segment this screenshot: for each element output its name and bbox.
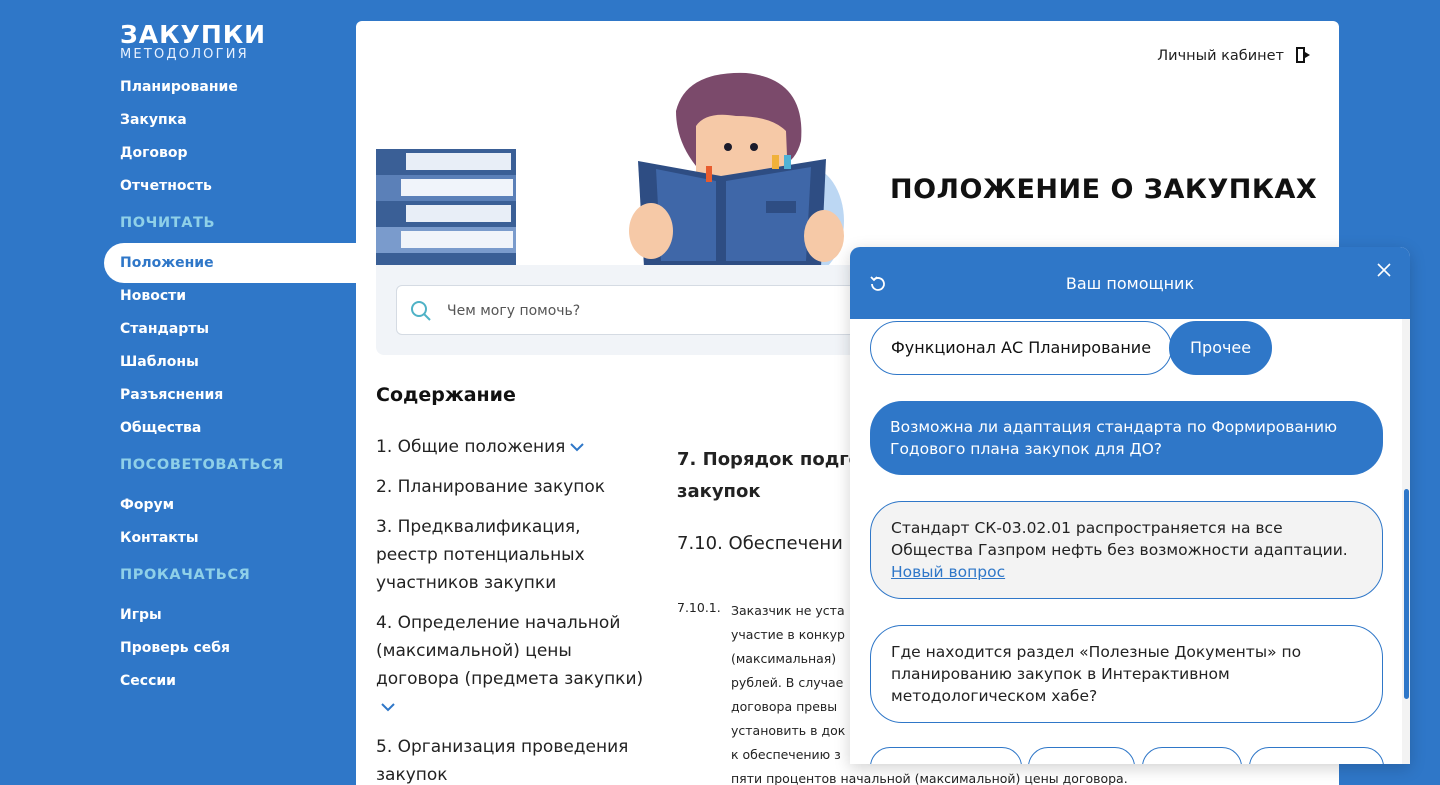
suggested-question[interactable]: Где находится раздел «Полезные Документы… <box>870 625 1383 723</box>
sidebar-section-read: ПОЧИТАТЬ <box>120 215 216 231</box>
sidebar-item-standards[interactable]: Стандарты <box>120 321 209 337</box>
toc-item-planning[interactable]: 2. Планирование закупок <box>376 473 646 501</box>
sidebar-item-self-check[interactable]: Проверь себя <box>120 640 230 656</box>
toc-item-price[interactable]: 4. Определение начальной (максимальной) … <box>376 609 646 721</box>
sidebar-section-advise: ПОСОВЕТОВАТЬСЯ <box>120 457 285 473</box>
search-input[interactable] <box>447 300 867 322</box>
logo[interactable]: ЗАКУПКИ МЕТОДОЛОГИЯ <box>120 22 266 62</box>
search-icon <box>411 301 431 321</box>
reading-man-illustration <box>376 72 844 267</box>
sidebar-item-regulation[interactable]: Положение <box>120 255 214 271</box>
assistant-chat-panel: Ваш помощник Функционал АС Планирование … <box>850 247 1410 764</box>
document-subheading: 7.10. Обеспечени <box>677 533 843 554</box>
sidebar-item-societies[interactable]: Общества <box>120 420 201 436</box>
logout-icon[interactable] <box>1294 46 1312 64</box>
sidebar-item-reporting[interactable]: Отчетность <box>120 178 212 194</box>
sidebar-item-sessions[interactable]: Сессии <box>120 673 176 689</box>
toc-item-label: 5. Организация проведения закупок <box>376 737 629 785</box>
chevron-down-icon[interactable] <box>380 702 396 712</box>
sidebar-section-pump: ПРОКАЧАТЬСЯ <box>120 567 251 583</box>
search-box[interactable] <box>396 285 896 335</box>
toc-item-label: 3. Предквалификация, реестр потенциальны… <box>376 517 585 593</box>
sidebar-item-purchase[interactable]: Закупка <box>120 112 187 128</box>
clause-line: пяти процентов начальной (максимальной) … <box>731 771 1128 785</box>
close-icon[interactable] <box>1376 262 1392 278</box>
chip-other[interactable]: Прочее <box>1169 321 1273 375</box>
logo-subtitle: МЕТОДОЛОГИЯ <box>120 47 249 62</box>
table-of-contents: 1. Общие положения 2. Планирование закуп… <box>376 433 646 785</box>
logo-title: ЗАКУПКИ <box>120 20 267 49</box>
chip-as-planning[interactable]: Функционал АС Планирование <box>870 321 1173 375</box>
chevron-down-icon[interactable] <box>569 442 585 452</box>
bot-message-text: Стандарт СК-03.02.01 распространяется на… <box>891 519 1348 559</box>
suggestion-chip[interactable] <box>1142 747 1242 764</box>
toc-item-organization[interactable]: 5. Организация проведения закупок <box>376 733 646 785</box>
sidebar-item-news[interactable]: Новости <box>120 288 186 304</box>
sidebar-item-forum[interactable]: Форум <box>120 497 174 513</box>
personal-account-link[interactable]: Личный кабинет <box>1157 48 1284 64</box>
chat-scroll-thumb[interactable] <box>1404 489 1409 699</box>
toc-title: Содержание <box>376 384 516 406</box>
sidebar-item-planning[interactable]: Планирование <box>120 79 238 95</box>
chat-header: Ваш помощник <box>850 247 1410 319</box>
sidebar-item-templates[interactable]: Шаблоны <box>120 354 199 370</box>
suggestion-chip[interactable] <box>870 747 1022 764</box>
toc-item-label: 4. Определение начальной (максимальной) … <box>376 613 644 689</box>
sidebar-item-games[interactable]: Игры <box>120 607 162 623</box>
suggestion-chip[interactable] <box>1028 747 1135 764</box>
sidebar-item-clarifications[interactable]: Разъяснения <box>120 387 223 403</box>
suggestion-chip[interactable] <box>1249 747 1384 764</box>
chat-title: Ваш помощник <box>1065 274 1195 293</box>
sidebar-item-contacts[interactable]: Контакты <box>120 530 199 546</box>
bot-message: Стандарт СК-03.02.01 распространяется на… <box>870 501 1383 599</box>
toc-item-label: 2. Планирование закупок <box>376 477 606 497</box>
sidebar-item-contract[interactable]: Договор <box>120 145 188 161</box>
toc-item-general[interactable]: 1. Общие положения <box>376 433 646 461</box>
search-panel <box>376 265 896 355</box>
new-question-link[interactable]: Новый вопрос <box>891 561 1362 583</box>
toc-item-label: 1. Общие положения <box>376 437 566 457</box>
page-title: ПОЛОЖЕНИЕ О ЗАКУПКАХ <box>890 174 1318 205</box>
toc-item-prequalification[interactable]: 3. Предквалификация, реестр потенциальны… <box>376 513 646 597</box>
user-message: Возможна ли адаптация стандарта по Форми… <box>870 401 1383 475</box>
chat-scrollbar[interactable] <box>1402 319 1410 764</box>
clause-number: 7.10.1. <box>677 600 721 615</box>
